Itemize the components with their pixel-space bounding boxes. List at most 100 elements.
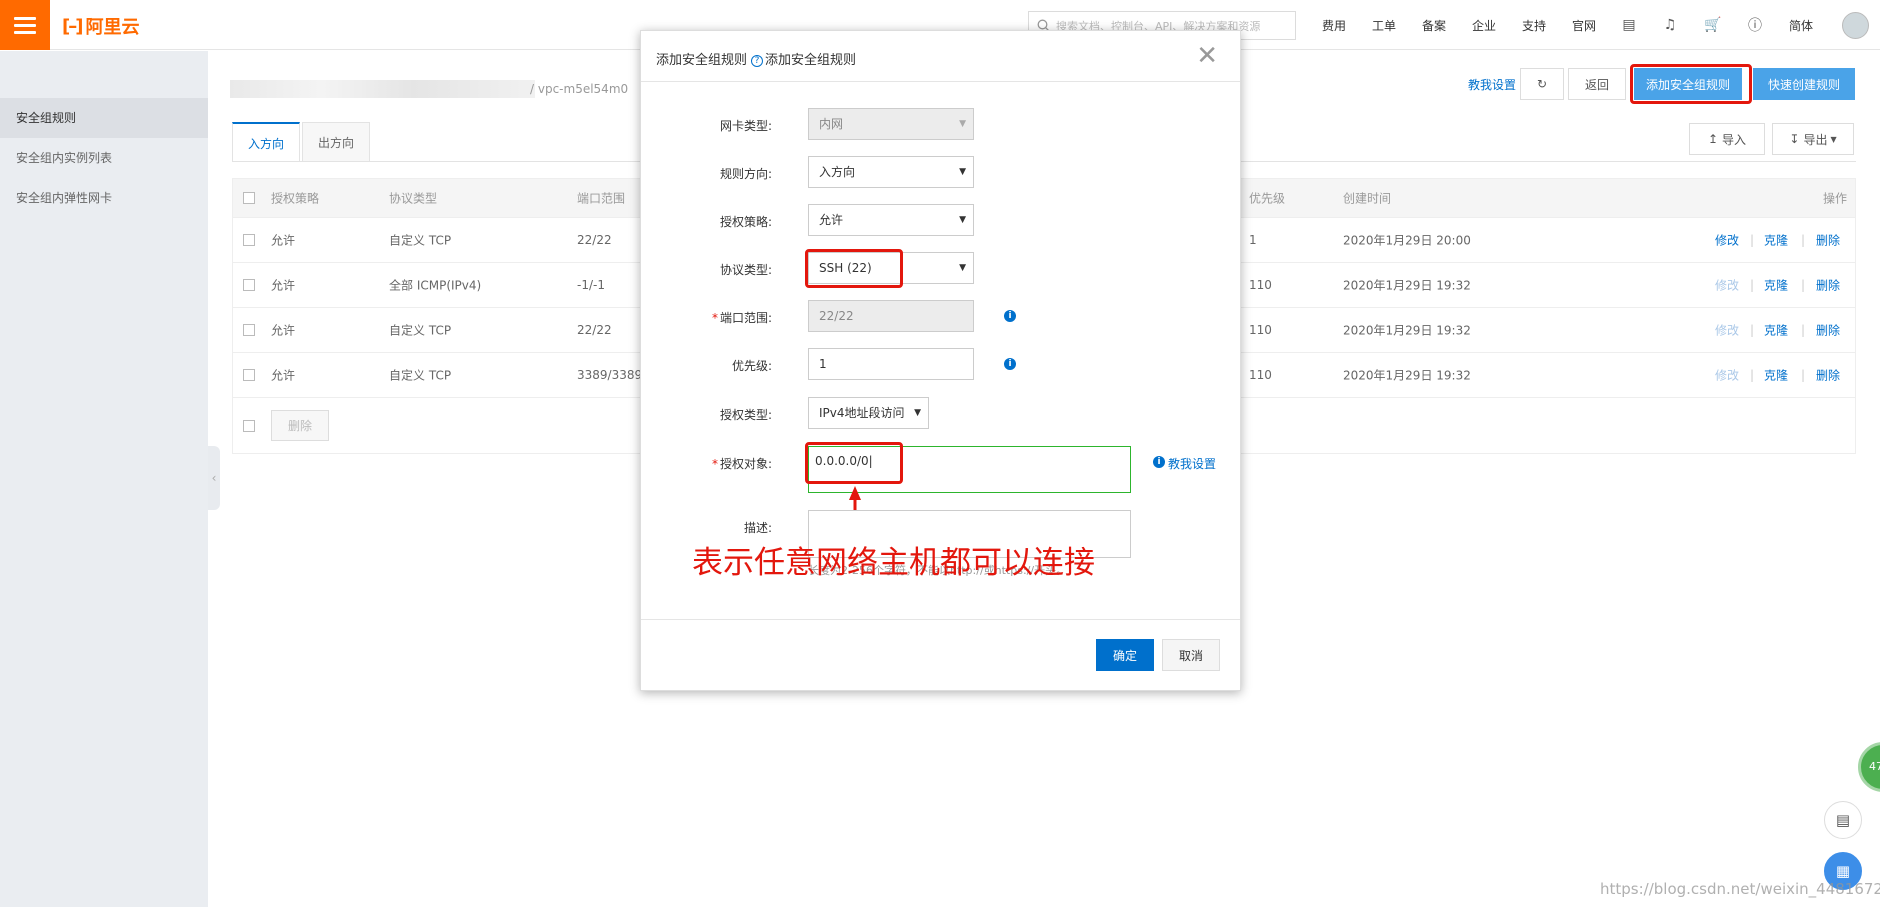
delete-link[interactable]: 删除	[1816, 322, 1840, 339]
cell-protocol: 全部 ICMP(IPv4)	[389, 278, 482, 293]
logo-text: 阿里云	[85, 17, 140, 38]
row-checkbox[interactable]	[243, 279, 255, 291]
close-icon[interactable]: ✕	[1196, 41, 1218, 71]
op-separator: |	[1801, 278, 1806, 292]
tab-inbound[interactable]: 入方向	[232, 122, 300, 162]
row-checkbox[interactable]	[243, 234, 255, 246]
op-separator: |	[1801, 233, 1806, 247]
return-button[interactable]: 返回	[1568, 68, 1626, 100]
port-range-input[interactable]: 22/22	[808, 300, 974, 332]
confirm-button[interactable]: 确定	[1096, 639, 1154, 671]
nav-fees[interactable]: 费用	[1322, 17, 1346, 34]
delete-link[interactable]: 删除	[1816, 277, 1840, 294]
language-switch[interactable]: 简体	[1789, 17, 1813, 34]
nav-enterprise[interactable]: 企业	[1472, 17, 1496, 34]
sidebar-item-rules[interactable]: 安全组规则	[0, 98, 208, 138]
op-separator: |	[1801, 368, 1806, 382]
port-range-label-text: 端口范围:	[719, 311, 772, 325]
edit-link[interactable]: 修改	[1715, 232, 1739, 249]
op-separator: |	[1750, 233, 1755, 247]
col-ops: 操作	[1823, 191, 1848, 206]
dialog-title-text: 添加安全组规则	[656, 53, 748, 68]
select-all-checkbox[interactable]	[243, 192, 255, 204]
col-priority: 优先级	[1249, 191, 1286, 206]
priority-label: 优先级:	[731, 359, 772, 373]
menu-icon[interactable]	[0, 0, 50, 50]
info-icon[interactable]: i	[1004, 310, 1016, 322]
sidebar-item-eni[interactable]: 安全组内弹性网卡	[0, 178, 208, 218]
refresh-icon: ↻	[1536, 77, 1548, 91]
clone-link[interactable]: 克隆	[1764, 232, 1788, 249]
bulk-delete-button[interactable]: 删除	[271, 410, 329, 441]
direction-value: 入方向	[819, 165, 856, 179]
edit-link[interactable]: 修改	[1715, 367, 1739, 384]
direction-tabs: 入方向 出方向	[232, 122, 372, 162]
quick-create-button[interactable]: 快速创建规则	[1753, 68, 1855, 100]
op-separator: |	[1750, 278, 1755, 292]
clone-link[interactable]: 克隆	[1764, 322, 1788, 339]
policy-label: 授权策略:	[719, 215, 772, 229]
policy-select[interactable]: 允许 ▼	[808, 204, 974, 236]
avatar[interactable]	[1842, 12, 1869, 39]
refresh-button[interactable]: ↻	[1520, 68, 1564, 100]
nav-icp[interactable]: 备案	[1422, 17, 1446, 34]
op-separator: |	[1801, 323, 1806, 337]
cart-icon[interactable]: 🛒	[1703, 15, 1723, 35]
question-icon[interactable]: ?	[751, 54, 764, 67]
clone-link[interactable]: 克隆	[1764, 277, 1788, 294]
tab-outbound[interactable]: 出方向	[302, 122, 370, 162]
auth-object-label: * 授权对象:	[642, 455, 772, 472]
footer-checkbox[interactable]	[243, 419, 255, 432]
clone-link[interactable]: 克隆	[1764, 367, 1788, 384]
caret-down-icon: ▼	[914, 408, 921, 418]
description-label: 描述:	[743, 521, 772, 535]
info-icon[interactable]: i	[1153, 456, 1165, 468]
row-checkbox[interactable]	[243, 324, 255, 336]
delete-link[interactable]: 删除	[1816, 367, 1840, 384]
nav-official-site[interactable]: 官网	[1572, 17, 1596, 34]
help-link[interactable]: 教我设置	[1468, 76, 1516, 93]
cell-policy: 允许	[271, 323, 296, 338]
caret-down-icon: ▼	[1830, 134, 1837, 144]
terminal-icon[interactable]: ▤	[1619, 15, 1639, 35]
sidebar-toggle-handle[interactable]: ‹	[208, 446, 220, 510]
dialog-title-help[interactable]: 添加安全组规则	[765, 53, 856, 68]
cancel-button[interactable]: 取消	[1162, 639, 1220, 671]
op-separator: |	[1750, 323, 1755, 337]
breadcrumb: / vpc-m5el54m0	[530, 82, 629, 96]
import-button[interactable]: ↥ 导入	[1689, 123, 1765, 155]
direction-select[interactable]: 入方向 ▼	[808, 156, 974, 188]
priority-input[interactable]: 1	[808, 348, 974, 380]
caret-down-icon: ▼	[959, 215, 966, 225]
direction-label: 规则方向:	[719, 167, 772, 181]
logo[interactable]: [–] 阿里云	[62, 13, 139, 39]
cell-created: 2020年1月29日 19:32	[1343, 368, 1471, 383]
row-checkbox[interactable]	[243, 369, 255, 381]
edit-link[interactable]: 修改	[1715, 322, 1739, 339]
chat-icon[interactable]: ▤	[1824, 801, 1862, 839]
nic-type-value: 内网	[819, 117, 844, 131]
nav-support[interactable]: 支持	[1522, 17, 1546, 34]
floating-badge[interactable]: 47	[1858, 742, 1880, 792]
auth-object-help-link[interactable]: 教我设置	[1168, 455, 1216, 472]
bell-icon[interactable]: ♫	[1660, 15, 1680, 35]
dialog-header: 添加安全组规则? 添加安全组规则 ✕	[641, 31, 1240, 82]
highlight-box-add-rule	[1630, 64, 1752, 104]
info-icon[interactable]: i	[1004, 358, 1016, 370]
export-button[interactable]: ↧ 导出 ▼	[1772, 123, 1854, 155]
col-port: 端口范围	[577, 191, 626, 206]
nav-tickets[interactable]: 工单	[1372, 17, 1396, 34]
cell-policy: 允许	[271, 368, 296, 383]
op-separator: |	[1750, 368, 1755, 382]
sidebar-item-instances[interactable]: 安全组内实例列表	[0, 138, 208, 178]
cell-policy: 允许	[271, 278, 296, 293]
nic-type-select[interactable]: 内网 ▼	[808, 108, 974, 140]
auth-type-select[interactable]: IPv4地址段访问 ▼	[808, 397, 929, 429]
annotation-text: 表示任意网络主机都可以连接	[692, 545, 1095, 581]
delete-link[interactable]: 删除	[1816, 232, 1840, 249]
help-icon[interactable]: ⓘ	[1745, 15, 1765, 35]
nic-type-label: 网卡类型:	[719, 119, 772, 133]
edit-link[interactable]: 修改	[1715, 277, 1739, 294]
cell-protocol: 自定义 TCP	[389, 323, 452, 338]
cell-created: 2020年1月29日 19:32	[1343, 323, 1471, 338]
